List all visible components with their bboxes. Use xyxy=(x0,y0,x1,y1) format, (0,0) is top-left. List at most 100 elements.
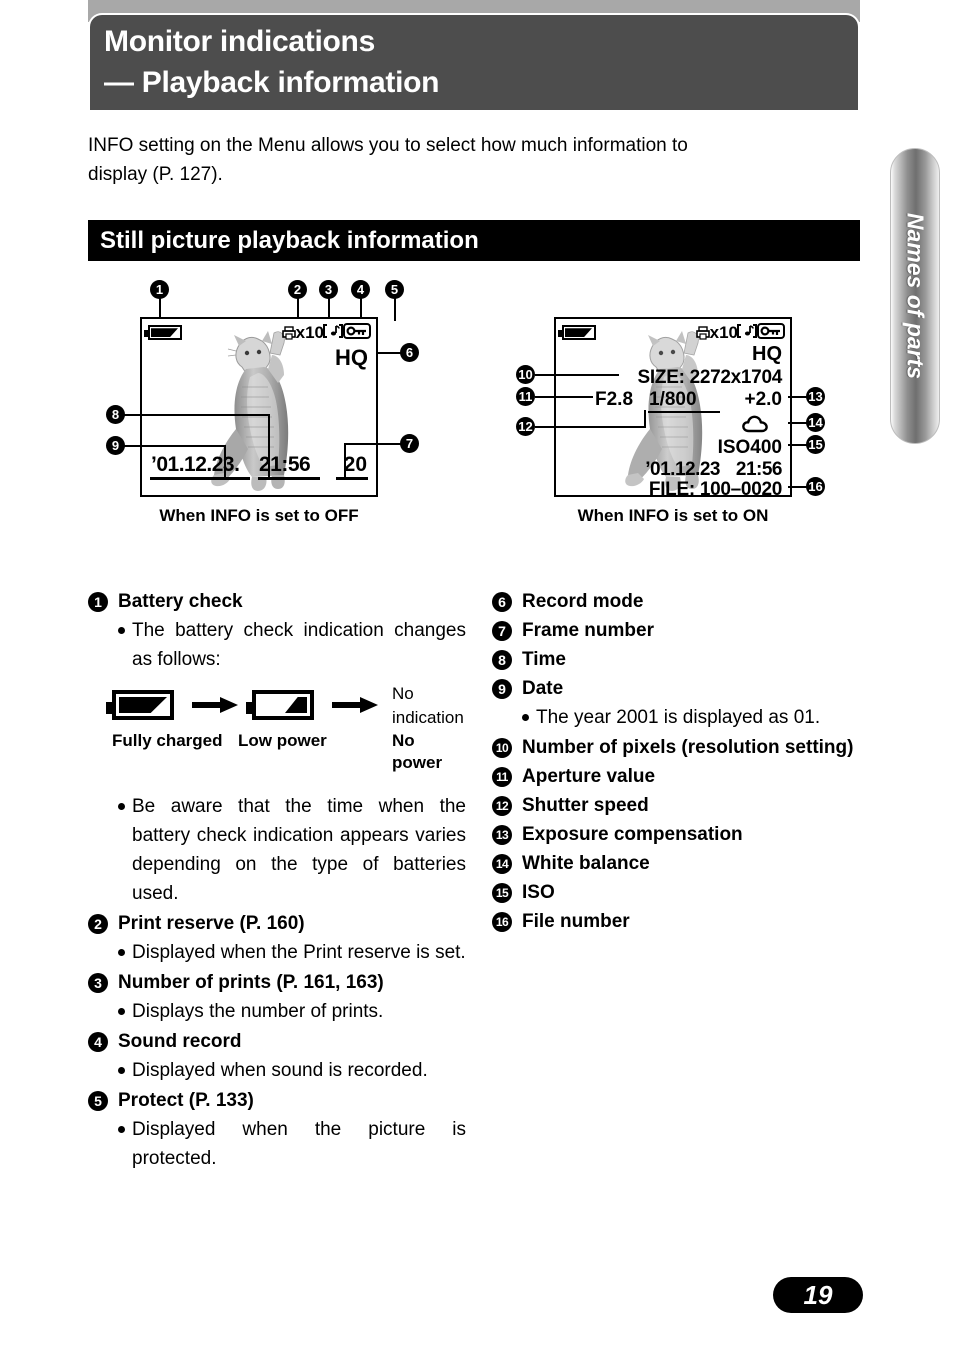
bullet-dot xyxy=(118,803,125,810)
print-count-right: x10 xyxy=(709,323,738,342)
battery-full-label: Fully charged xyxy=(112,731,223,750)
playback-screens-diagram: 1 2 3 4 5 x10 HQ ’01.12.23. 21:56 20 6 7… xyxy=(88,280,878,550)
item-number-of-prints: 3 Number of prints (P. 161, 163) Display… xyxy=(88,969,466,1026)
item-aperture-value: 11 Aperture value xyxy=(492,763,870,790)
bullet-dot xyxy=(118,627,125,634)
item-number: 1 xyxy=(88,592,108,612)
item-note-text: Displayed when the picture is protected. xyxy=(132,1119,466,1169)
shutter-speed-right: 1/800 xyxy=(649,389,697,410)
item-white-balance: 14 White balance xyxy=(492,850,870,877)
date-right: ’01.12.23 xyxy=(645,459,720,480)
aperture-right: F2.8 xyxy=(595,389,634,410)
callout-4: 4 xyxy=(351,280,370,299)
callout-10: 10 xyxy=(516,365,535,384)
exposure-comp-right: +2.0 xyxy=(744,389,782,410)
sound-note-icon xyxy=(737,323,757,339)
item-number: 4 xyxy=(88,1032,108,1052)
item-shutter-speed: 12 Shutter speed xyxy=(492,792,870,819)
item-number: 13 xyxy=(492,825,512,845)
leader-14 xyxy=(788,422,808,424)
item-number: 14 xyxy=(492,854,512,874)
item-number: 6 xyxy=(492,592,512,612)
printer-icon xyxy=(695,325,710,340)
item-note: Displayed when sound is recorded. xyxy=(118,1056,466,1085)
intro-line-1: INFO setting on the Menu allows you to s… xyxy=(88,135,688,156)
item-number: 8 xyxy=(492,650,512,670)
callout-9: 9 xyxy=(106,436,125,455)
item-battery-check: 1 Battery check The battery check indica… xyxy=(88,588,466,908)
battery-full-icon xyxy=(106,690,174,720)
item-title: Exposure compensation xyxy=(522,824,743,845)
item-title: Battery check xyxy=(118,591,243,612)
leader-13 xyxy=(788,396,808,398)
item-title: Date xyxy=(522,678,564,699)
underline-frame xyxy=(336,477,368,480)
record-mode-left: HQ xyxy=(335,345,368,370)
battery-indicator-right xyxy=(558,324,596,342)
caption-info-on: When INFO is set to ON xyxy=(577,506,769,525)
battery-state-diagram: No indication Fully charged Low power No… xyxy=(106,684,464,782)
battery-low-icon xyxy=(246,690,314,720)
item-title: White balance xyxy=(522,853,650,874)
item-title: Shutter speed xyxy=(522,795,649,816)
no-indication-text: No indication xyxy=(392,684,464,727)
sound-note-icon xyxy=(323,323,343,339)
right-definition-column: 6 Record mode 7 Frame number 8 Time 9 Da… xyxy=(492,588,870,937)
item-number: 7 xyxy=(492,621,512,641)
leader-15 xyxy=(788,444,808,446)
callout-3: 3 xyxy=(319,280,338,299)
battery-state-full xyxy=(106,690,174,720)
screen-info-off: x10 HQ ’01.12.23. 21:56 20 xyxy=(140,317,378,497)
left-definition-column: 1 Battery check The battery check indica… xyxy=(88,588,466,1175)
item-number: 15 xyxy=(492,883,512,903)
item-title: Sound record xyxy=(118,1031,242,1052)
item-title: ISO xyxy=(522,882,555,903)
battery-full-icon xyxy=(558,325,596,341)
item-number-of-pixels: 10 Number of pixels (resolution setting) xyxy=(492,734,870,761)
white-balance-right xyxy=(742,415,768,435)
sound-record-indicator-left xyxy=(323,323,343,341)
leader-5 xyxy=(394,298,396,321)
bullet-dot xyxy=(118,1126,125,1133)
item-title: Record mode xyxy=(522,591,644,612)
item-iso: 15 ISO xyxy=(492,879,870,906)
leader-9b xyxy=(224,445,226,479)
cloud-icon xyxy=(742,415,768,433)
leader-10 xyxy=(535,374,619,376)
side-tab-names-of-parts: Names of parts xyxy=(890,148,940,444)
battery-low-label: Low power xyxy=(238,731,327,750)
underline-shutter xyxy=(648,411,720,413)
frame-number-left: 20 xyxy=(343,453,367,476)
item-note: The year 2001 is displayed as 01. xyxy=(522,703,870,732)
bullet-dot xyxy=(118,1067,125,1074)
record-mode-right: HQ xyxy=(752,343,782,365)
leader-16 xyxy=(788,486,808,488)
leader-8b xyxy=(268,414,270,479)
callout-8: 8 xyxy=(106,405,125,424)
file-number-right: FILE: 100–0020 xyxy=(648,479,782,500)
item-number: 16 xyxy=(492,912,512,932)
leader-6 xyxy=(378,352,402,354)
callout-7: 7 xyxy=(400,434,419,453)
callout-16: 16 xyxy=(806,477,825,496)
underline-date xyxy=(150,477,250,480)
protect-indicator-left xyxy=(343,323,371,341)
item-title: File number xyxy=(522,911,630,932)
callout-5: 5 xyxy=(385,280,404,299)
battery-full-icon xyxy=(144,325,182,341)
key-protect-icon xyxy=(343,323,371,339)
key-protect-icon xyxy=(757,323,785,339)
intro-line-2: display (P. 127). xyxy=(88,164,223,185)
date-left: ’01.12.23. xyxy=(151,453,240,476)
leader-7b xyxy=(344,443,346,479)
callout-13: 13 xyxy=(806,387,825,406)
page-header: Monitor indications — Playback informati… xyxy=(88,13,860,110)
bullet-dot xyxy=(522,714,529,721)
item-number: 10 xyxy=(492,738,512,758)
leader-8a xyxy=(124,414,270,416)
iso-right: ISO400 xyxy=(717,437,782,458)
battery-indicator-left xyxy=(144,324,182,342)
printer-icon xyxy=(281,325,296,340)
item-number: 9 xyxy=(492,679,512,699)
item-note: The battery check indication changes as … xyxy=(118,616,466,674)
